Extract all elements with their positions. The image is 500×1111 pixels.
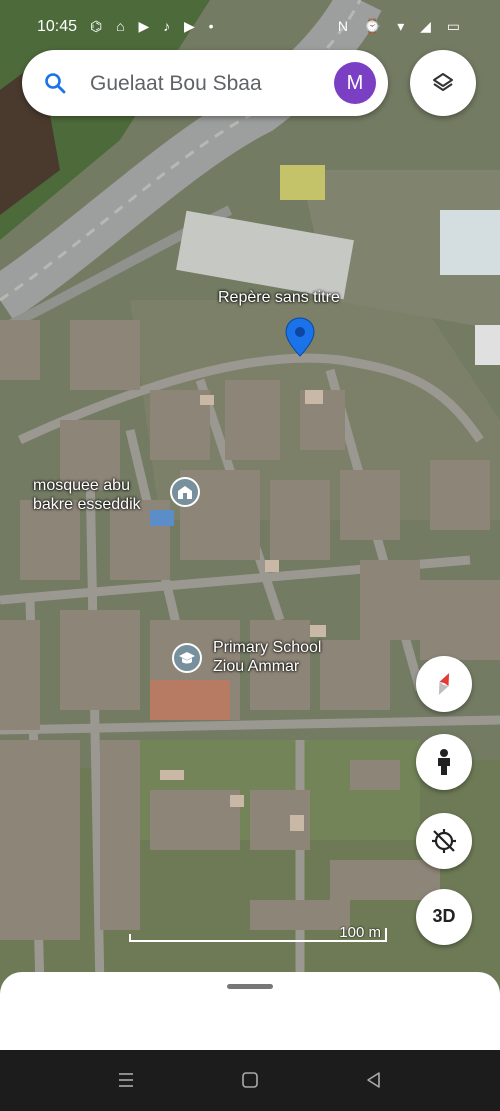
place-label-mosque[interactable]: mosquee abu bakre esseddik [33,476,141,514]
status-bar: 10:45 ⌬ ⌂ ▶ ♪ ▶ • N ⌚ ▾ ◢ ▭ [0,0,500,50]
location-pin-icon[interactable] [284,316,316,358]
place-label-school[interactable]: Primary School Ziou Ammar [213,638,321,676]
compass-button[interactable] [416,656,472,712]
compass-icon [438,673,450,695]
pin-label[interactable]: Repère sans titre [218,288,340,307]
school-icon[interactable] [172,643,202,673]
scale-tick [129,934,131,942]
status-time: 10:45 [37,18,78,35]
system-nav-bar [0,1050,500,1111]
system-icons: N ⌚ ▾ ◢ ▭ [337,18,466,34]
place-label-line: Primary School [213,639,322,656]
account-avatar[interactable]: M [334,62,376,104]
street-view-button[interactable] [416,734,472,790]
search-icon[interactable] [44,72,66,94]
place-label-line: bakre esseddik [33,496,141,513]
search-input[interactable] [88,64,322,104]
scale-bar: 100 m [129,922,387,942]
notification-icons: ⌬ ⌂ ▶ ♪ ▶ • [90,18,219,34]
sheet-drag-handle[interactable] [227,984,273,989]
pegman-icon [438,749,450,775]
layers-icon [433,73,453,91]
bottom-sheet[interactable] [0,972,500,1050]
place-label-line: Ziou Ammar [213,658,300,675]
scale-tick [385,928,387,942]
place-label-line: mosquee abu [33,477,130,494]
scale-label: 100 m [339,924,381,941]
recenter-button[interactable] [416,813,472,869]
layers-button[interactable] [410,50,476,116]
three-d-button[interactable]: 3D [416,889,472,945]
mosque-icon[interactable] [170,477,200,507]
location-off-icon [432,829,456,853]
search-bar[interactable]: M [22,50,388,116]
back-icon[interactable] [364,1070,384,1090]
home-icon[interactable] [240,1070,260,1090]
recent-apps-icon[interactable] [116,1070,136,1090]
three-d-label: 3D [432,906,456,926]
